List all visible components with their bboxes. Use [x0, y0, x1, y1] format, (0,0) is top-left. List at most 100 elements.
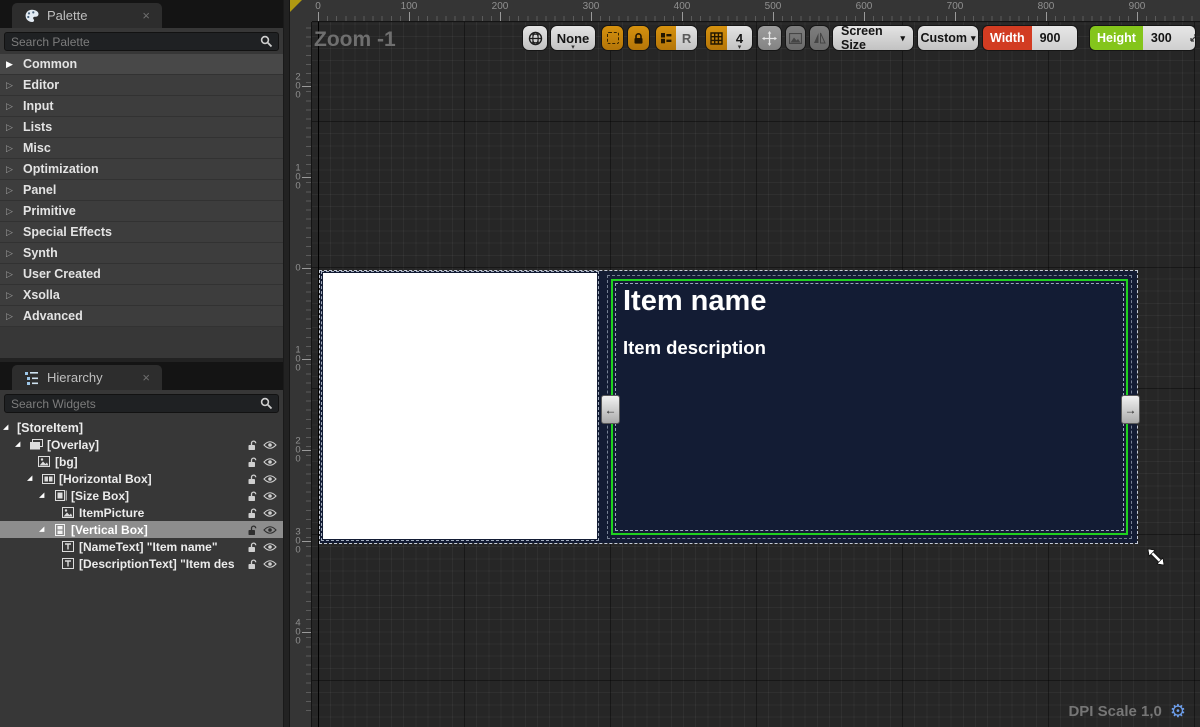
- respect-locks-r-button[interactable]: R: [676, 26, 697, 50]
- item-name-text[interactable]: Item name: [623, 285, 766, 318]
- expander-arrow-icon[interactable]: ▶: [6, 59, 16, 70]
- screen-size-dropdown[interactable]: Screen Size▾: [832, 25, 914, 51]
- palette-category-misc[interactable]: ▷Misc: [0, 138, 283, 159]
- height-input[interactable]: [1143, 31, 1187, 45]
- expander-arrow-icon[interactable]: ▷: [6, 206, 16, 217]
- visibility-eye-icon[interactable]: [263, 542, 277, 552]
- palette-category-primitive[interactable]: ▷Primitive: [0, 201, 283, 222]
- expander-arrow-icon[interactable]: ▷: [6, 290, 16, 301]
- palette-tab[interactable]: Palette ×: [12, 3, 162, 28]
- palette-category-special-effects[interactable]: ▷Special Effects: [0, 222, 283, 243]
- visibility-eye-icon[interactable]: [263, 474, 277, 484]
- resize-handle-right[interactable]: →: [1121, 395, 1140, 424]
- tree-row-vertical-box[interactable]: ◢ [Vertical Box]: [0, 521, 283, 538]
- expander-arrow-icon[interactable]: ▷: [6, 80, 16, 91]
- localization-preview-button[interactable]: [522, 25, 548, 51]
- item-picture-box[interactable]: [323, 273, 597, 539]
- vertical-box-selection[interactable]: Item name Item description: [611, 279, 1128, 535]
- expanded-arrow-icon[interactable]: ◢: [39, 521, 49, 538]
- unlocked-icon[interactable]: [247, 558, 259, 570]
- translate-transform-icon: [762, 31, 777, 46]
- preview-none-dropdown[interactable]: None ▾: [550, 25, 596, 51]
- expanded-arrow-icon[interactable]: ◢: [39, 487, 49, 504]
- scale-custom-dropdown[interactable]: Custom▾: [917, 25, 979, 51]
- r-label: R: [682, 31, 691, 46]
- preview-background-button[interactable]: [785, 25, 806, 51]
- palette-panel: Palette × ▶Common ▷Editor ▷Input ▷Lists …: [0, 0, 283, 362]
- palette-category-editor[interactable]: ▷Editor: [0, 75, 283, 96]
- visibility-eye-icon[interactable]: [263, 491, 277, 501]
- palette-category-advanced[interactable]: ▷Advanced: [0, 306, 283, 327]
- palette-category-input[interactable]: ▷Input: [0, 96, 283, 117]
- hierarchy-panel: Hierarchy × ◢ [StoreItem] ◢: [0, 362, 283, 727]
- visibility-eye-icon[interactable]: [263, 457, 277, 467]
- ruler-label: 100: [401, 1, 418, 12]
- tree-row-bg[interactable]: [bg]: [0, 453, 283, 470]
- palette-category-optimization[interactable]: ▷Optimization: [0, 159, 283, 180]
- item-description-text[interactable]: Item description: [623, 337, 766, 359]
- unlocked-icon[interactable]: [247, 439, 259, 451]
- hierarchy-tab-close-icon[interactable]: ×: [142, 370, 150, 385]
- flip-preview-button[interactable]: [809, 25, 830, 51]
- expanded-arrow-icon[interactable]: ◢: [3, 419, 13, 436]
- tree-row-size-box[interactable]: ◢ [Size Box]: [0, 487, 283, 504]
- expander-arrow-icon[interactable]: ▷: [6, 143, 16, 154]
- hierarchy-search-input[interactable]: [4, 394, 279, 413]
- respect-locks-button[interactable]: [656, 26, 676, 50]
- expander-arrow-icon[interactable]: ▷: [6, 122, 16, 133]
- tree-row-overlay[interactable]: ◢ [Overlay]: [0, 436, 283, 453]
- expander-arrow-icon[interactable]: ▷: [6, 164, 16, 175]
- tree-row-descriptiontext[interactable]: [DescriptionText] "Item des: [0, 555, 283, 572]
- visibility-eye-icon[interactable]: [263, 440, 277, 450]
- expanded-arrow-icon[interactable]: ◢: [27, 470, 37, 487]
- expander-arrow-icon[interactable]: ▷: [6, 185, 16, 196]
- expander-arrow-icon[interactable]: ▷: [6, 227, 16, 238]
- tree-row-storeitem[interactable]: ◢ [StoreItem]: [0, 419, 283, 436]
- unlocked-icon[interactable]: [247, 541, 259, 553]
- width-label: Width: [983, 26, 1032, 50]
- gear-icon[interactable]: ⚙: [1170, 702, 1186, 720]
- search-icon: [260, 35, 273, 48]
- palette-category-user-created[interactable]: ▷User Created: [0, 264, 283, 285]
- transform-mode-button[interactable]: [757, 25, 782, 51]
- vertical-box-icon: [53, 524, 67, 536]
- palette-category-lists[interactable]: ▷Lists: [0, 117, 283, 138]
- unlocked-icon[interactable]: [247, 507, 259, 519]
- hierarchy-tab[interactable]: Hierarchy ×: [12, 365, 162, 390]
- expanded-arrow-icon[interactable]: ◢: [15, 436, 25, 453]
- unlocked-icon[interactable]: [247, 490, 259, 502]
- designer-canvas[interactable]: Item name Item description ← → 0 100 200…: [290, 0, 1200, 727]
- designed-widget-storeitem[interactable]: Item name Item description: [320, 271, 1137, 543]
- tree-row-nametext[interactable]: [NameText] "Item name": [0, 538, 283, 555]
- tree-row-itempicture[interactable]: ItemPicture: [0, 504, 283, 521]
- expander-arrow-icon[interactable]: ▷: [6, 248, 16, 259]
- resize-handle-left[interactable]: ←: [601, 395, 620, 424]
- expander-arrow-icon[interactable]: ▷: [6, 311, 16, 322]
- height-input-wrap: [1143, 26, 1196, 50]
- show-outlines-toggle[interactable]: [601, 25, 624, 51]
- expander-arrow-icon[interactable]: ▷: [6, 269, 16, 280]
- palette-category-xsolla[interactable]: ▷Xsolla: [0, 285, 283, 306]
- unlocked-icon[interactable]: [247, 456, 259, 468]
- visibility-eye-icon[interactable]: [263, 559, 277, 569]
- grid-snap-size-dropdown[interactable]: 4 ▾: [727, 26, 752, 50]
- expander-arrow-icon[interactable]: ▷: [6, 101, 16, 112]
- ruler-label: 300: [583, 1, 600, 12]
- tree-row-horizontal-box[interactable]: ◢ [Horizontal Box]: [0, 470, 283, 487]
- lock-widgets-toggle[interactable]: [627, 25, 650, 51]
- caret-down-icon: ▾: [571, 44, 575, 51]
- palette-category-panel[interactable]: ▷Panel: [0, 180, 283, 201]
- ruler-label: 700: [947, 1, 964, 12]
- visibility-eye-icon[interactable]: [263, 508, 277, 518]
- width-input[interactable]: [1032, 31, 1076, 45]
- visibility-eye-icon[interactable]: [263, 525, 277, 535]
- hierarchy-search: [0, 390, 283, 416]
- dock-splitter[interactable]: [283, 0, 290, 727]
- unlocked-icon[interactable]: [247, 524, 259, 536]
- grid-snapping-button[interactable]: [706, 26, 727, 50]
- palette-category-synth[interactable]: ▷Synth: [0, 243, 283, 264]
- palette-category-common[interactable]: ▶Common: [0, 54, 283, 75]
- unlocked-icon[interactable]: [247, 473, 259, 485]
- palette-tab-close-icon[interactable]: ×: [142, 8, 150, 23]
- palette-search-input[interactable]: [4, 32, 279, 51]
